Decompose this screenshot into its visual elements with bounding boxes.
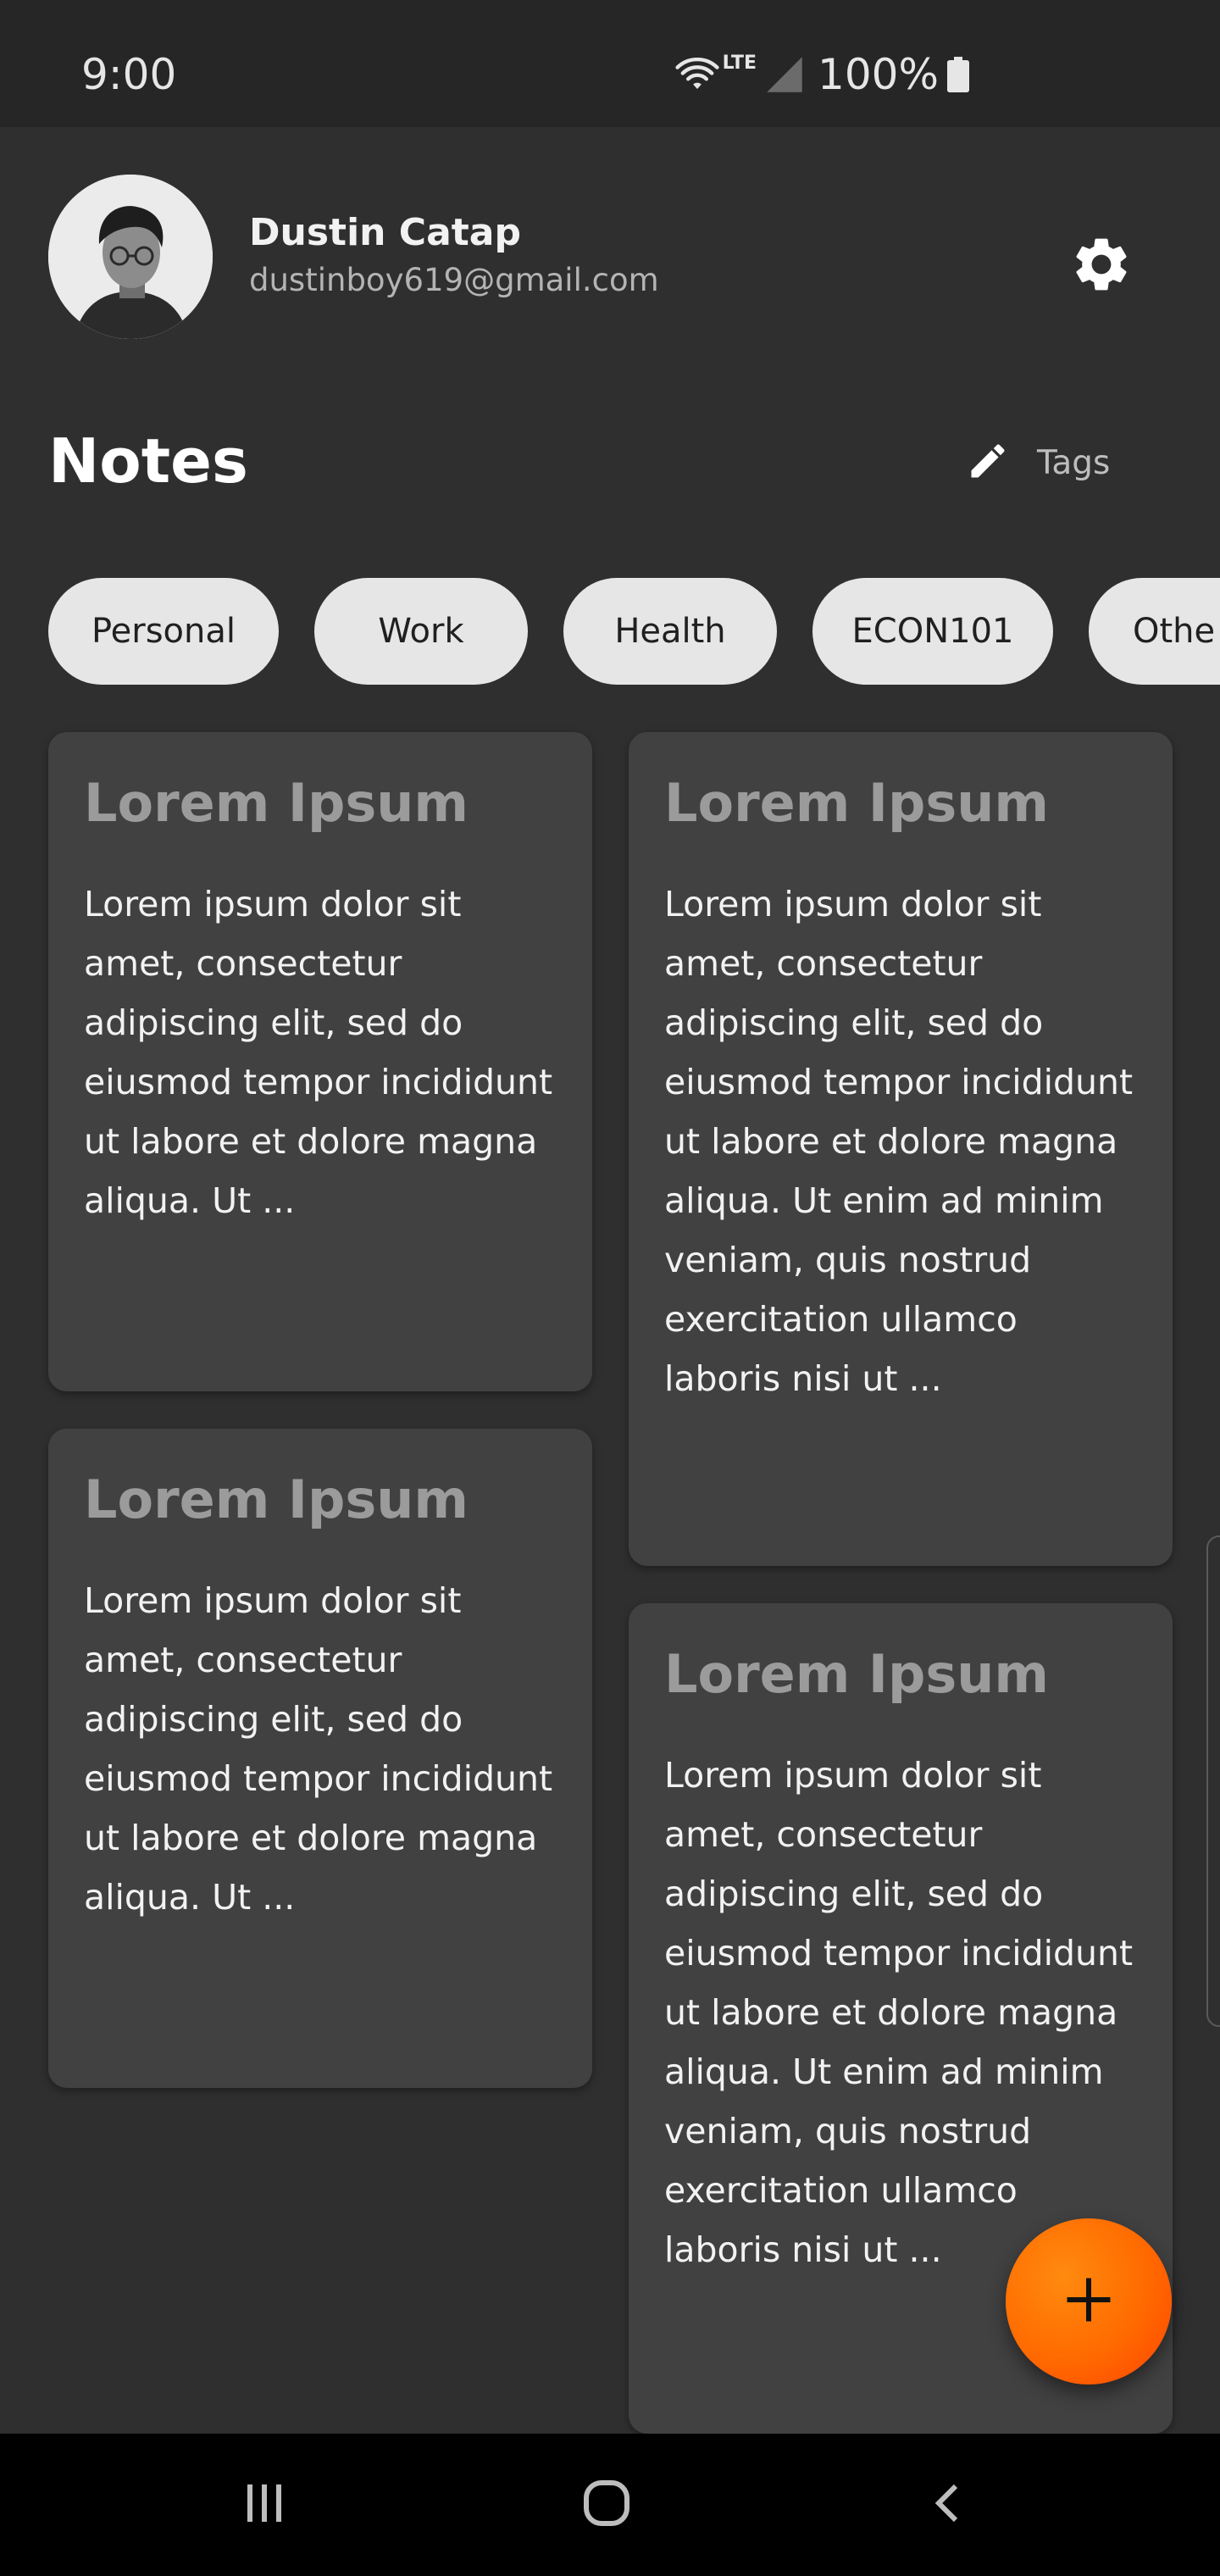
tags-label: Tags	[1037, 443, 1111, 482]
status-bar: 9:00 LTE 100%	[0, 0, 1220, 127]
status-icons: LTE 100%	[675, 49, 969, 100]
plus-icon	[1063, 2274, 1114, 2329]
network-type: LTE	[722, 53, 757, 74]
note-card[interactable]: Lorem Ipsum Lorem ipsum dolor sit amet, …	[629, 732, 1173, 1566]
note-title: Lorem Ipsum	[84, 1468, 469, 1530]
recents-icon	[241, 2479, 288, 2530]
tag-chip-personal[interactable]: Personal	[48, 578, 279, 685]
navigation-bar	[0, 2434, 1220, 2576]
user-photo	[48, 175, 213, 339]
battery-level: 100%	[818, 50, 939, 99]
battery-icon	[947, 57, 969, 92]
tag-chip-row[interactable]: Personal Work Health ECON101 Othe	[48, 578, 1220, 685]
note-title: Lorem Ipsum	[664, 1643, 1050, 1705]
tag-chip-health[interactable]: Health	[563, 578, 777, 685]
signal-icon	[765, 55, 804, 94]
user-email: dustinboy619@gmail.com	[249, 262, 659, 298]
status-time: 9:00	[81, 50, 177, 99]
note-body: Lorem ipsum dolor sit amet, consectetur …	[84, 884, 553, 1221]
recents-button[interactable]	[230, 2471, 298, 2539]
gear-icon	[1069, 232, 1134, 300]
edit-tags-button[interactable]: Tags	[966, 429, 1110, 497]
note-title: Lorem Ipsum	[664, 772, 1050, 834]
page-title: Notes	[48, 425, 248, 497]
back-icon	[925, 2479, 973, 2530]
settings-button[interactable]	[1057, 222, 1145, 310]
note-title: Lorem Ipsum	[84, 772, 469, 834]
back-button[interactable]	[915, 2471, 983, 2539]
add-note-button[interactable]	[1006, 2218, 1172, 2384]
tag-chip-work[interactable]: Work	[314, 578, 528, 685]
note-card[interactable]: Lorem Ipsum Lorem ipsum dolor sit amet, …	[48, 1429, 592, 2088]
home-button[interactable]	[573, 2471, 640, 2539]
home-icon	[581, 2478, 632, 2532]
edge-panel-handle[interactable]	[1206, 1535, 1220, 2027]
wifi-icon	[675, 58, 719, 92]
tag-chip-econ101[interactable]: ECON101	[812, 578, 1053, 685]
pencil-icon	[966, 439, 1010, 486]
note-body: Lorem ipsum dolor sit amet, consectetur …	[664, 1755, 1134, 2270]
tag-chip-other[interactable]: Othe	[1089, 578, 1220, 685]
note-body: Lorem ipsum dolor sit amet, consectetur …	[664, 884, 1134, 1399]
avatar[interactable]	[48, 175, 213, 339]
note-card[interactable]: Lorem Ipsum Lorem ipsum dolor sit amet, …	[48, 732, 592, 1391]
user-name: Dustin Catap	[249, 211, 521, 254]
note-body: Lorem ipsum dolor sit amet, consectetur …	[84, 1580, 553, 1918]
